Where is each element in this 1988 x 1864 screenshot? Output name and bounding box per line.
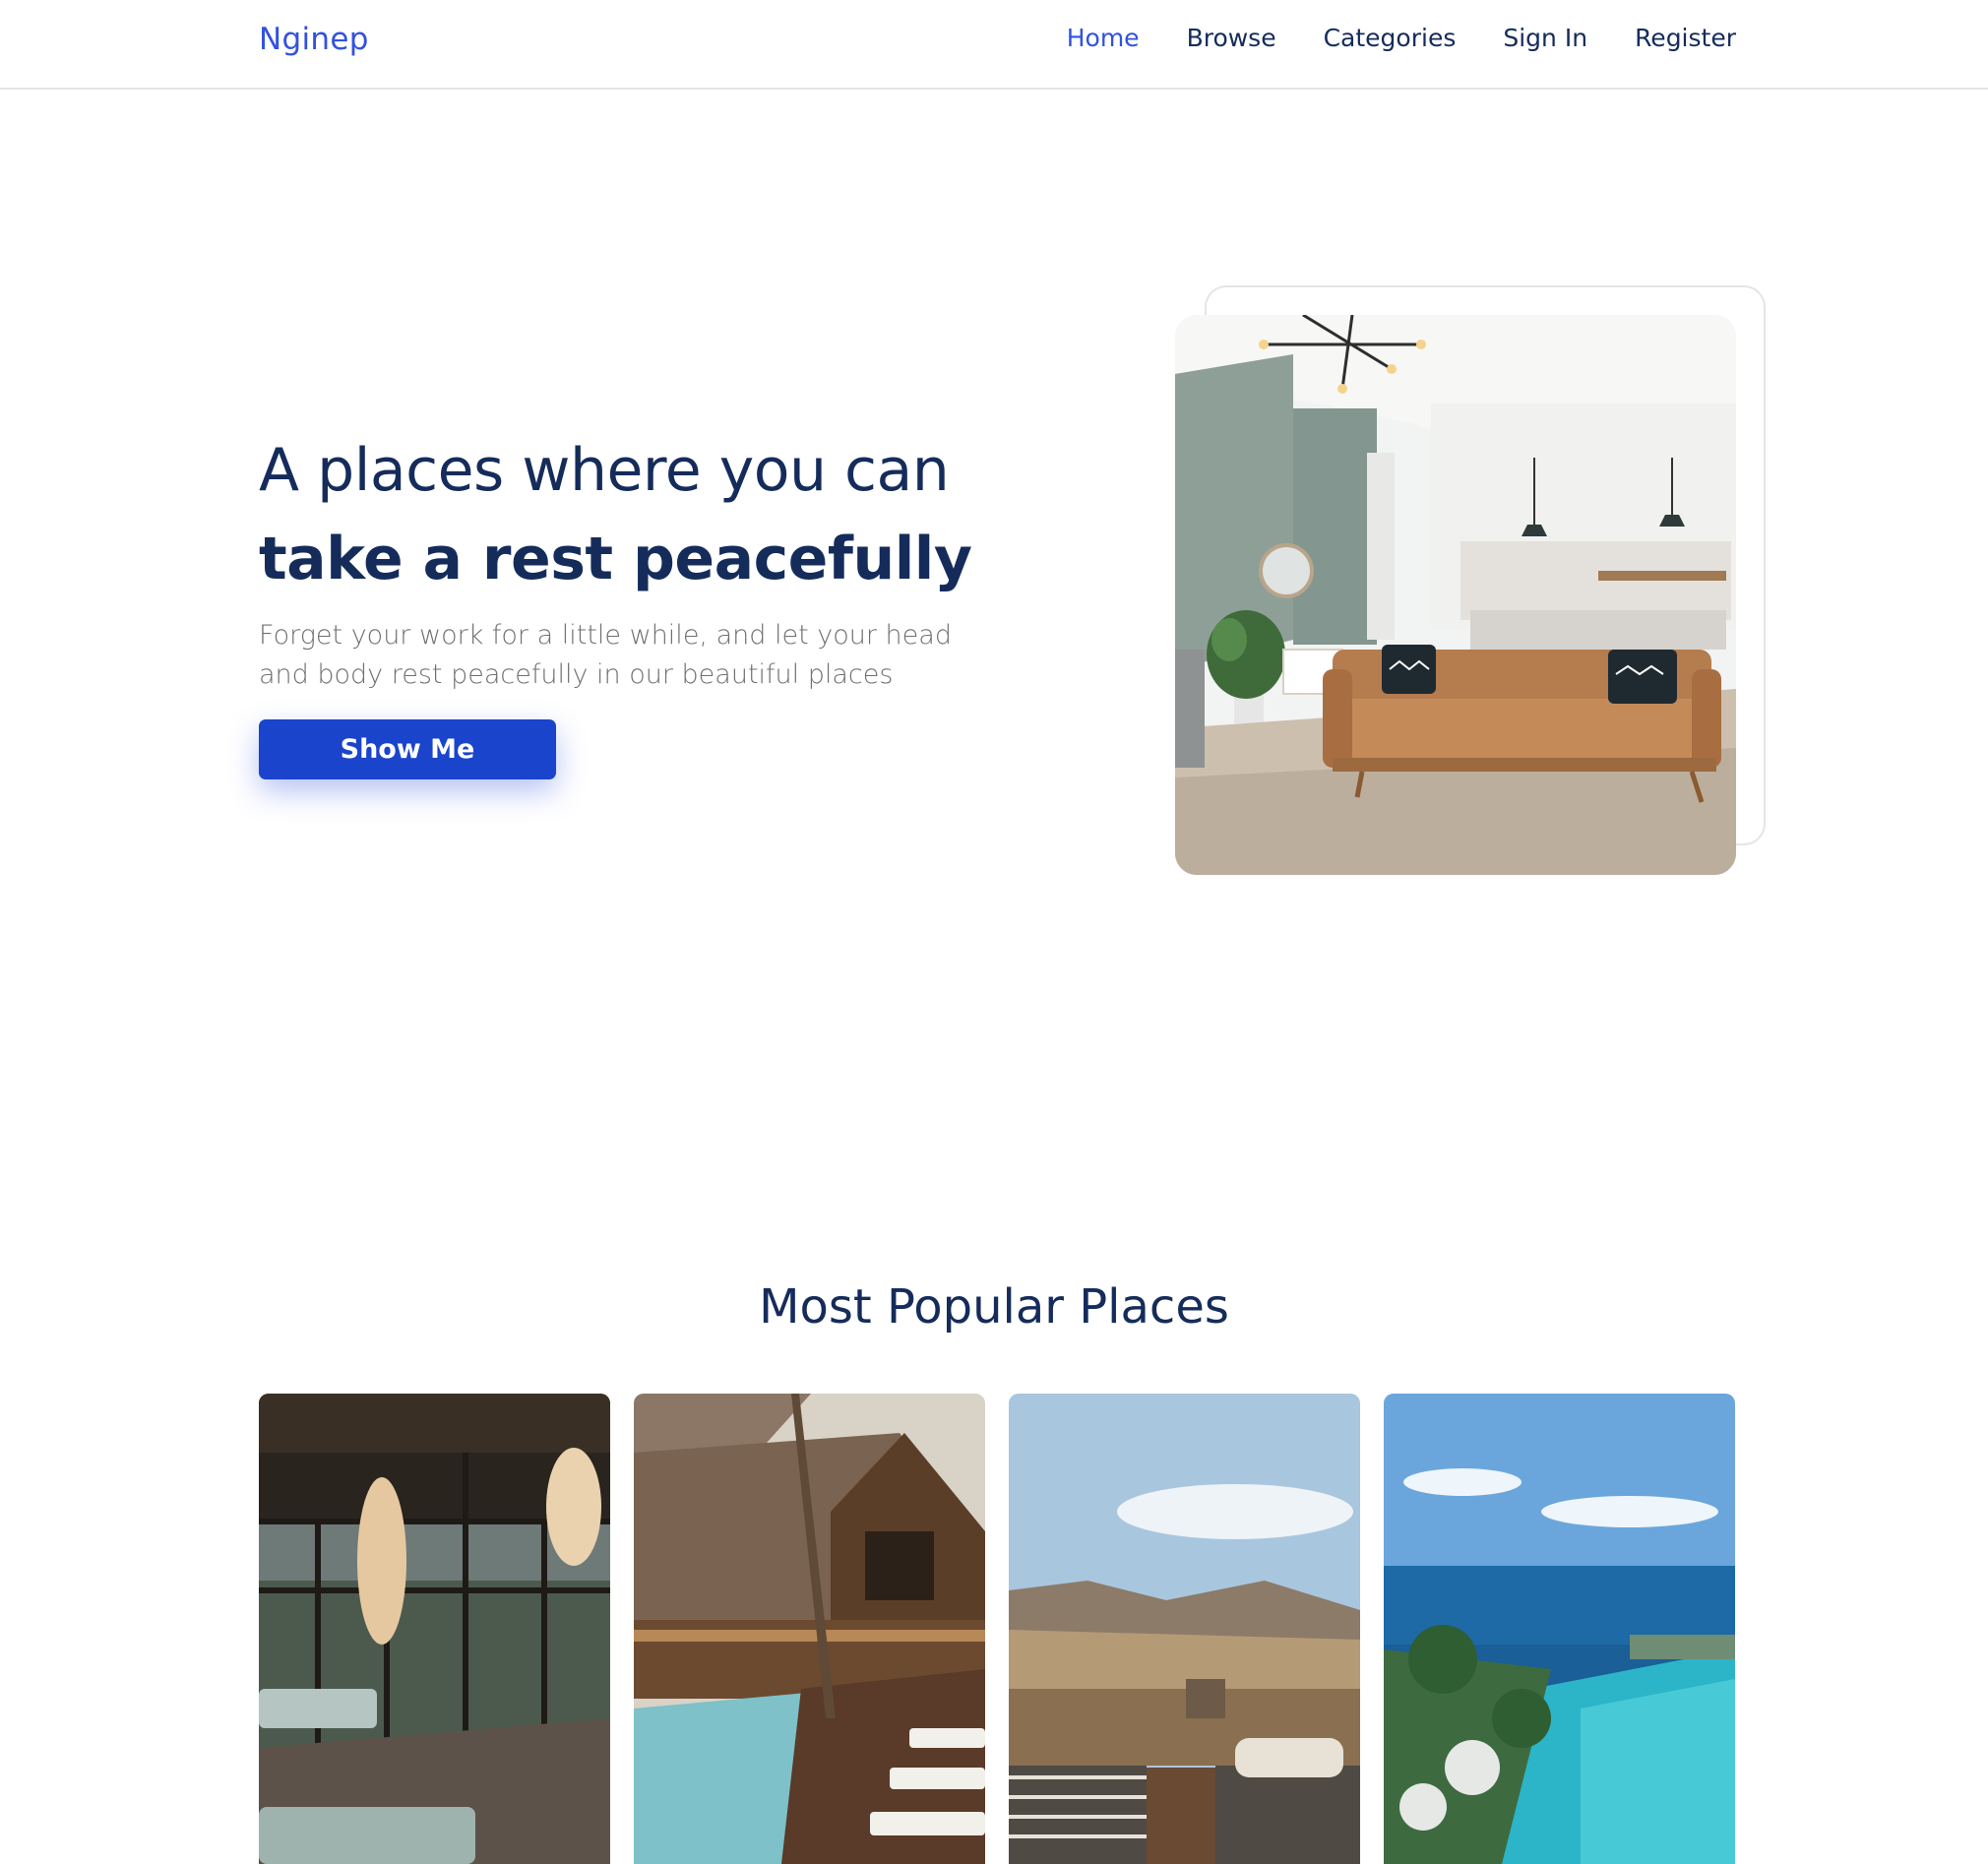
popular-section-title: Most Popular Places (759, 1279, 1229, 1335)
nav-sign-in[interactable]: Sign In (1503, 24, 1587, 52)
place-image-1 (259, 1394, 610, 1864)
place-image-3 (1009, 1394, 1360, 1864)
popular-places-list (259, 1394, 1735, 1864)
place-card-3[interactable] (1009, 1394, 1360, 1864)
nav-categories[interactable]: Categories (1324, 24, 1457, 52)
nav-browse[interactable]: Browse (1187, 24, 1276, 52)
place-image-4 (1384, 1394, 1735, 1864)
hero-title: A places where you can take a rest peace… (259, 426, 1066, 603)
main-nav: Home Browse Categories Sign In Register (1067, 24, 1736, 52)
place-card-2[interactable] (634, 1394, 985, 1864)
site-header: Nginep Home Browse Categories Sign In Re… (0, 0, 1988, 90)
brand-logo[interactable]: Nginep (259, 22, 369, 57)
hero-title-line1: A places where you can (259, 436, 950, 505)
nav-register[interactable]: Register (1635, 24, 1736, 52)
hero-title-line2: take a rest peacefully (259, 525, 972, 593)
nav-home[interactable]: Home (1067, 24, 1140, 52)
show-me-button[interactable]: Show Me (259, 719, 556, 779)
place-card-1[interactable] (259, 1394, 610, 1864)
hero-living-room-image (1175, 315, 1736, 875)
place-image-2 (634, 1394, 985, 1864)
hero-subtitle: Forget your work for a little while, and… (259, 620, 952, 690)
place-card-4[interactable] (1384, 1394, 1735, 1864)
